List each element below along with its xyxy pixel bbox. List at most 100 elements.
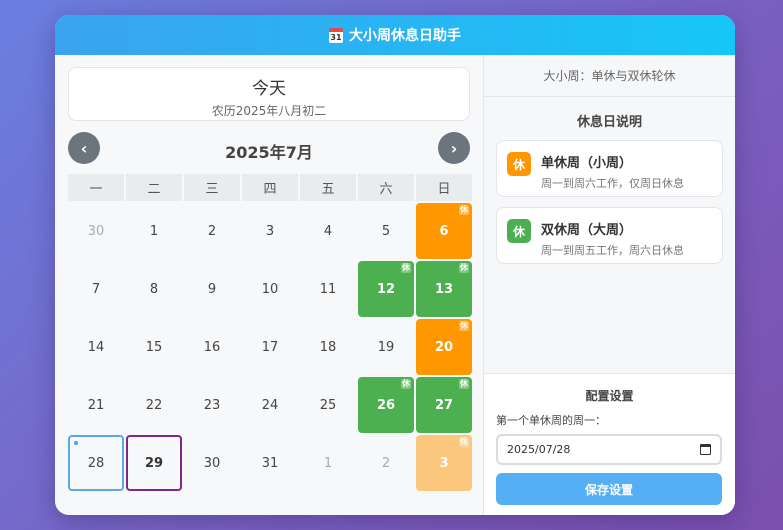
calendar-day[interactable]: 24 [242,377,298,433]
day-number: 23 [203,397,221,413]
day-number: 19 [377,339,395,355]
day-number: 1 [323,455,333,471]
calendar-day[interactable]: 2 [184,203,240,259]
calendar-day[interactable]: 4 [300,203,356,259]
day-number: 17 [261,339,279,355]
config-title: 配置设置 [585,389,634,403]
calendar-day[interactable]: 5 [358,203,414,259]
day-number: 18 [319,339,337,355]
sidebar: 大小周：单休与双休轮休 休息日说明 休 单休周（小周） 周一到周六工作，仅周日休… [483,55,735,515]
day-number: 14 [87,339,105,355]
today-title: 今天 [252,79,286,99]
day-number: 27 [434,397,454,413]
calendar-day[interactable]: 12 休 [358,261,414,317]
day-number: 25 [319,397,337,413]
day-number: 30 [87,223,105,239]
weekday-label: 二 [126,174,182,201]
app-header: 31 大小周休息日助手 [55,15,735,55]
legend-name: 双休周（大周） [541,223,633,238]
calendar-day[interactable]: 3 [242,203,298,259]
day-number: 3 [439,455,449,471]
calendar-day[interactable]: 31 [242,435,298,491]
today-dot-icon [74,441,78,445]
day-number: 30 [203,455,221,471]
config-section: 配置设置 第一个单休周的周一： 2025/07/28 保存设置 [484,373,735,515]
calendar-grid: 一二三四五六日 30 1 2 3 4 5 6 休 7 8 9 10 11 12 休 13 休 14 15 16 17 18… [68,174,472,491]
day-number: 6 [439,223,449,239]
calendar-day[interactable]: 2 [358,435,414,491]
calendar-day[interactable]: 27 休 [416,377,472,433]
day-number: 15 [145,339,163,355]
calendar-picker-icon[interactable] [700,444,711,455]
day-number: 2 [207,223,217,239]
day-number: 11 [319,281,337,297]
calendar-day[interactable]: 23 [184,377,240,433]
day-number: 31 [261,455,279,471]
calendar-day[interactable]: 20 休 [416,319,472,375]
day-number: 8 [149,281,159,297]
day-number: 16 [203,339,221,355]
calendar-day[interactable]: 6休 [416,203,472,259]
day-number: 20 [434,339,454,355]
weekday-header: 一二三四五六日 [68,174,472,201]
calendar-day[interactable]: 14 [68,319,124,375]
day-number: 24 [261,397,279,413]
calendar-day[interactable]: 28 [68,435,124,491]
rest-badge: 休 [459,379,469,389]
calendar-day[interactable]: 15 [126,319,182,375]
calendar-day[interactable]: 13 休 [416,261,472,317]
day-number: 29 [144,455,164,471]
legend-desc: 周一到周五工作，周六日休息 [541,244,684,257]
calendar-day[interactable]: 3休 [416,435,472,491]
calendar-day[interactable]: 18 [300,319,356,375]
month-title: 2025年7月 [225,143,313,162]
day-number: 2 [381,455,391,471]
calendar-day[interactable]: 1 [126,203,182,259]
calendar-day[interactable]: 29 [126,435,182,491]
calendar-day[interactable]: 30 [184,435,240,491]
calendar-day[interactable]: 11 [300,261,356,317]
calendar-day[interactable]: 22 [126,377,182,433]
day-number: 9 [207,281,217,297]
calendar-days: 30 1 2 3 4 5 6 休 7 8 9 10 11 12 休 13 休 14 15 16 17 18 19 20 休 21 2… [68,203,472,491]
next-month-button[interactable]: › [438,132,470,164]
rest-badge: 休 [459,437,469,447]
legend-desc: 周一到周六工作，仅周日休息 [541,177,684,190]
weekday-label: 四 [242,174,298,201]
calendar-day[interactable]: 21 [68,377,124,433]
day-number: 21 [87,397,105,413]
double-rest-icon: 休 [507,219,531,243]
day-number: 4 [323,223,333,239]
rest-badge: 休 [459,205,469,215]
first-week-date-input[interactable]: 2025/07/28 [496,434,722,465]
rest-badge: 休 [459,321,469,331]
calendar-day[interactable]: 30 [68,203,124,259]
today-box[interactable]: 今天 农历2025年八月初二 [68,67,470,121]
day-number: 26 [376,397,396,413]
rule-label: 大小周：单休与双休轮休 [484,55,735,97]
weekday-label: 六 [358,174,414,201]
calendar-day[interactable]: 25 [300,377,356,433]
calendar-day[interactable]: 17 [242,319,298,375]
calendar-day[interactable]: 7 [68,261,124,317]
calendar-day[interactable]: 8 [126,261,182,317]
calendar-day[interactable]: 9 [184,261,240,317]
legend-title: 休息日说明 [576,115,642,130]
calendar-day[interactable]: 19 [358,319,414,375]
rest-badge: 休 [401,263,411,273]
calendar-day[interactable]: 10 [242,261,298,317]
day-number: 22 [145,397,163,413]
app-card: 31 大小周休息日助手 今天 农历2025年八月初二 ‹ 2025年7月 › 一… [55,15,735,515]
calendar-day[interactable]: 26 休 [358,377,414,433]
save-settings-button[interactable]: 保存设置 [496,473,722,505]
weekday-label: 日 [416,174,472,201]
date-value: 2025/07/28 [507,443,571,456]
day-number: 3 [265,223,275,239]
day-number: 12 [376,281,396,297]
day-number: 7 [91,281,101,297]
calendar-day[interactable]: 16 [184,319,240,375]
calendar-day[interactable]: 1 [300,435,356,491]
day-number: 28 [87,455,105,471]
app-title: 大小周休息日助手 [349,28,461,44]
legend-double-week: 休 双休周（大周） 周一到周五工作，周六日休息 [496,207,723,264]
